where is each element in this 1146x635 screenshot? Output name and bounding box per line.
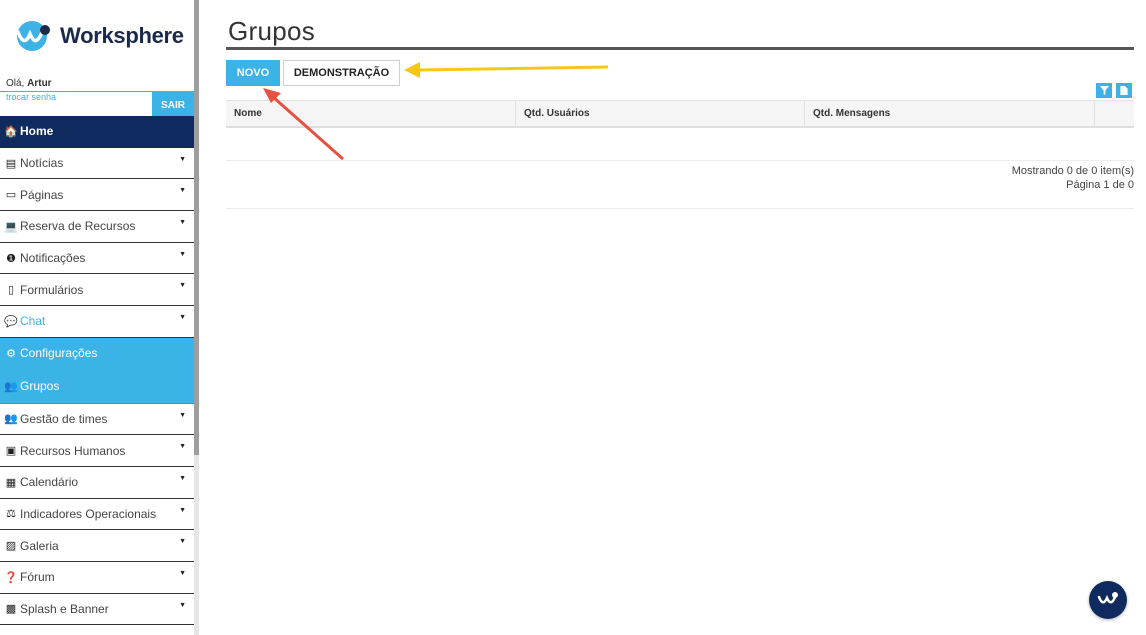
sidebar-item-label: Fórum bbox=[20, 570, 55, 585]
sidebar-item-label: Grupos bbox=[20, 379, 60, 393]
column-header-actions bbox=[1095, 101, 1134, 126]
chevron-down-icon[interactable]: ▼ bbox=[179, 570, 186, 577]
sidebar-item-label: Reserva de Recursos bbox=[20, 219, 136, 234]
sidebar-item-label: Splash e Banner bbox=[20, 601, 109, 616]
brand-logo[interactable]: Worksphere bbox=[8, 18, 184, 54]
chevron-down-icon[interactable]: ▼ bbox=[179, 187, 186, 194]
sidebar-menu: 🏠 Home ▤ Notícias ▼ ▭ Páginas ▼ 💻 Reserva de Recu… bbox=[0, 116, 194, 626]
page-title: Grupos bbox=[228, 16, 316, 46]
filter-icon bbox=[1099, 86, 1109, 95]
users-icon: 👥 bbox=[4, 413, 18, 426]
user-name: Artur bbox=[27, 78, 52, 89]
chevron-down-icon[interactable]: ▼ bbox=[179, 412, 186, 419]
sidebar-item-grupos[interactable]: 👥 Grupos bbox=[0, 369, 194, 404]
sidebar-item-label: Calendário bbox=[20, 475, 79, 490]
sidebar-item-label: Chat bbox=[20, 314, 46, 329]
chevron-down-icon[interactable]: ▼ bbox=[179, 251, 186, 258]
items-count: Mostrando 0 de 0 item(s) bbox=[1011, 165, 1134, 177]
user-greeting: Olá, Artur bbox=[6, 78, 52, 89]
question-circle-icon: ❓ bbox=[4, 571, 18, 584]
yellow-arrow-annotation bbox=[404, 62, 609, 78]
groups-table-header: Nome Qtd. Usuários Qtd. Mensagens bbox=[226, 100, 1134, 128]
title-divider bbox=[226, 47, 1134, 50]
chevron-down-icon[interactable]: ▼ bbox=[179, 443, 186, 450]
chevron-down-icon[interactable]: ▼ bbox=[179, 282, 186, 289]
sidebar-item-chat[interactable]: 💬 Chat ▼ bbox=[0, 306, 194, 338]
worksphere-chat-icon bbox=[1097, 592, 1118, 604]
sidebar-item-configuracoes[interactable]: ⚙ Configurações bbox=[0, 337, 194, 370]
document-icon bbox=[1120, 86, 1128, 95]
sidebar-item-notificacoes[interactable]: ❶ Notificações ▼ bbox=[0, 242, 194, 275]
column-header-messages[interactable]: Qtd. Mensagens bbox=[805, 101, 1095, 126]
sidebar-scrollbar-track[interactable] bbox=[194, 455, 199, 635]
users-icon: 👥 bbox=[4, 380, 18, 393]
sidebar-item-forum[interactable]: ❓ Fórum ▼ bbox=[0, 561, 194, 594]
pagination-divider bbox=[226, 208, 1134, 209]
pagination-info: Mostrando 0 de 0 item(s) Página 1 de 0 bbox=[1012, 164, 1134, 192]
worksphere-logo-icon bbox=[16, 21, 50, 51]
chat-widget-button[interactable] bbox=[1089, 581, 1127, 619]
newspaper-icon: ▤ bbox=[5, 157, 17, 170]
chevron-down-icon[interactable]: ▼ bbox=[179, 507, 186, 514]
sidebar-item-label: Páginas bbox=[20, 187, 64, 202]
window-icon: ▭ bbox=[5, 189, 17, 202]
chevron-down-icon[interactable]: ▼ bbox=[179, 314, 186, 321]
sidebar-item-label: Home bbox=[20, 124, 54, 139]
sidebar-item-formularios[interactable]: ▯ Formulários ▼ bbox=[0, 274, 194, 307]
greeting-prefix: Olá, bbox=[6, 78, 25, 89]
sidebar-item-indicadores-operacionais[interactable]: ⚖ Indicadores Operacionais ▼ bbox=[0, 498, 194, 531]
chevron-down-icon[interactable]: ▼ bbox=[179, 156, 186, 163]
sidebar-item-label: Configurações bbox=[20, 346, 98, 361]
demo-button[interactable]: DEMONSTRAÇÃO bbox=[283, 60, 400, 86]
table-footer-divider bbox=[226, 160, 1134, 161]
change-password-link[interactable]: trocar senha bbox=[6, 92, 56, 102]
sidebar-item-home[interactable]: 🏠 Home bbox=[0, 116, 194, 148]
laptop-icon: 💻 bbox=[4, 220, 18, 233]
chevron-down-icon[interactable]: ▼ bbox=[179, 538, 186, 545]
column-header-name[interactable]: Nome bbox=[226, 101, 516, 126]
chevron-down-icon[interactable]: ▼ bbox=[179, 602, 186, 609]
frame-icon: ▩ bbox=[5, 603, 17, 616]
sidebar-item-label: Galeria bbox=[20, 538, 59, 553]
document-icon: ▯ bbox=[7, 284, 15, 297]
balance-scale-icon: ⚖ bbox=[6, 508, 16, 521]
calendar-icon: ▦ bbox=[5, 476, 17, 489]
logout-button[interactable]: SAIR bbox=[152, 91, 194, 116]
sidebar-item-galeria[interactable]: ▨ Galeria ▼ bbox=[0, 530, 194, 562]
sidebar-item-calendario[interactable]: ▦ Calendário ▼ bbox=[0, 466, 194, 499]
sidebar-item-gestao-de-times[interactable]: 👥 Gestão de times ▼ bbox=[0, 403, 194, 436]
page-indicator: Página 1 de 0 bbox=[1066, 179, 1134, 191]
sidebar-item-label: Gestão de times bbox=[20, 411, 108, 426]
sidebar-item-reserva-de-recursos[interactable]: 💻 Reserva de Recursos ▼ bbox=[0, 211, 194, 243]
sidebar-item-noticias[interactable]: ▤ Notícias ▼ bbox=[0, 147, 194, 180]
sidebar-item-label: Notificações bbox=[20, 251, 86, 266]
sidebar: Worksphere Olá, Artur trocar senha SAIR … bbox=[0, 0, 194, 635]
filter-button[interactable] bbox=[1096, 83, 1112, 98]
sidebar-item-label: Recursos Humanos bbox=[20, 443, 126, 458]
sidebar-item-paginas[interactable]: ▭ Páginas ▼ bbox=[0, 179, 194, 212]
new-button[interactable]: NOVO bbox=[226, 60, 280, 86]
sidebar-item-label: Indicadores Operacionais bbox=[20, 506, 157, 521]
sidebar-item-label: Formulários bbox=[20, 282, 84, 297]
image-icon: ▨ bbox=[5, 540, 17, 553]
chat-bubbles-icon: 💬 bbox=[4, 315, 18, 328]
sidebar-item-splash-e-banner[interactable]: ▩ Splash e Banner ▼ bbox=[0, 593, 194, 626]
export-button[interactable] bbox=[1116, 83, 1132, 98]
gear-icon: ⚙ bbox=[6, 347, 16, 360]
sidebar-item-recursos-humanos[interactable]: ▣ Recursos Humanos ▼ bbox=[0, 435, 194, 467]
chevron-down-icon[interactable]: ▼ bbox=[179, 219, 186, 226]
column-header-users[interactable]: Qtd. Usuários bbox=[516, 101, 805, 126]
alert-circle-icon: ❶ bbox=[6, 252, 16, 265]
sidebar-scrollbar-thumb[interactable] bbox=[194, 0, 199, 455]
id-badge-icon: ▣ bbox=[5, 445, 17, 458]
home-icon: 🏠 bbox=[4, 125, 18, 138]
chevron-down-icon[interactable]: ▼ bbox=[179, 475, 186, 482]
sidebar-item-label: Notícias bbox=[20, 156, 64, 171]
brand-name: Worksphere bbox=[60, 23, 184, 48]
